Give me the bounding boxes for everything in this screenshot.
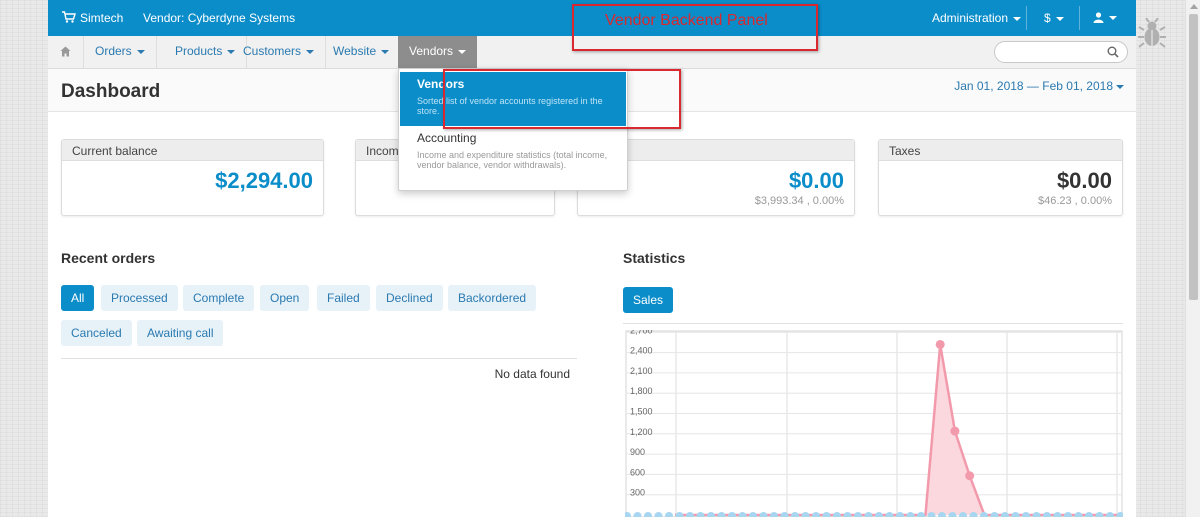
currency-label: $ bbox=[1044, 11, 1051, 25]
card-subvalue: $3,993.34 , 0.00% bbox=[754, 195, 844, 207]
data-point bbox=[965, 471, 975, 481]
scrollbar-thumb[interactable] bbox=[1189, 14, 1198, 300]
filter-awaiting-call[interactable]: Awaiting call bbox=[137, 320, 224, 346]
filter-declined[interactable]: Declined bbox=[376, 285, 443, 311]
card-value: $0.00 bbox=[788, 168, 844, 193]
nav-customers[interactable]: Customers bbox=[232, 36, 327, 68]
nav-vendors-label: Vendors bbox=[409, 44, 454, 58]
filter-backordered[interactable]: Backordered bbox=[448, 285, 537, 311]
y-tick-label: 600 bbox=[630, 467, 645, 477]
chevron-down-icon bbox=[381, 49, 390, 54]
y-tick-label: 900 bbox=[630, 447, 645, 457]
chevron-down-icon bbox=[1013, 16, 1022, 21]
card-value: $2,294.00 bbox=[215, 168, 313, 193]
card-value: $0.00 bbox=[1056, 168, 1112, 193]
statistics-title: Statistics bbox=[623, 250, 686, 266]
menu-item-accounting[interactable]: Accounting Income and expenditure statis… bbox=[400, 126, 626, 175]
y-tick-label: 300 bbox=[630, 488, 645, 498]
date-range-label: Jan 01, 2018 — Feb 01, 2018 bbox=[954, 79, 1113, 93]
user-icon bbox=[1093, 12, 1104, 24]
divider bbox=[623, 323, 1123, 324]
nav-orders-label: Orders bbox=[95, 44, 132, 58]
annotation-label: Vendor Backend Panel bbox=[605, 12, 768, 29]
bug-icon[interactable] bbox=[1138, 18, 1166, 50]
home-icon bbox=[60, 46, 71, 57]
page-title: Dashboard bbox=[61, 81, 161, 102]
y-tick-label: 1,500 bbox=[630, 407, 653, 417]
search-box[interactable] bbox=[994, 41, 1128, 63]
filter-complete[interactable]: Complete bbox=[183, 285, 255, 311]
chart-frame bbox=[625, 330, 1123, 517]
date-range-picker[interactable]: Jan 01, 2018 — Feb 01, 2018 bbox=[954, 79, 1124, 93]
y-tick-label: 2,100 bbox=[630, 366, 653, 376]
chevron-down-icon bbox=[1116, 84, 1124, 89]
y-tick-label: 1,800 bbox=[630, 386, 653, 396]
card-label: Taxes bbox=[879, 140, 1122, 161]
cart-icon bbox=[62, 11, 76, 23]
tab-sales[interactable]: Sales bbox=[623, 287, 674, 313]
scrollbar[interactable] bbox=[1185, 0, 1200, 517]
menu-item-title: Accounting bbox=[417, 131, 477, 145]
nav-products-label: Products bbox=[175, 44, 223, 58]
recent-orders-title: Recent orders bbox=[61, 250, 156, 266]
y-tick-label: 2,400 bbox=[630, 346, 653, 356]
divider bbox=[1026, 6, 1027, 30]
current-balance-card: Current balance $2,294.00 bbox=[61, 139, 324, 216]
nav-website-label: Website bbox=[333, 44, 377, 58]
taxes-card: Taxes $0.00 $46.23 , 0.00% bbox=[878, 139, 1123, 216]
divider bbox=[1079, 6, 1080, 30]
nav-orders[interactable]: Orders bbox=[84, 36, 157, 68]
filter-all[interactable]: All bbox=[61, 285, 95, 311]
chevron-down-icon bbox=[1109, 15, 1117, 20]
menu-item-description: Income and expenditure statistics (total… bbox=[417, 150, 608, 170]
filter-open[interactable]: Open bbox=[260, 285, 310, 311]
filter-canceled[interactable]: Canceled bbox=[61, 320, 132, 346]
search-input[interactable] bbox=[1003, 45, 1103, 59]
data-point bbox=[950, 426, 960, 436]
nav-customers-label: Customers bbox=[243, 44, 302, 58]
card-label: Current balance bbox=[62, 140, 323, 161]
nav-website[interactable]: Website bbox=[322, 36, 402, 68]
data-point bbox=[935, 339, 945, 349]
y-tick-label: 1,200 bbox=[630, 427, 653, 437]
chevron-down-icon bbox=[458, 49, 467, 54]
search-icon[interactable] bbox=[1107, 46, 1119, 58]
nav-home[interactable] bbox=[48, 36, 84, 68]
filter-processed[interactable]: Processed bbox=[101, 285, 178, 311]
administration-menu[interactable]: Administration bbox=[932, 11, 1022, 25]
currency-menu[interactable]: $ bbox=[1044, 11, 1064, 25]
chevron-down-icon bbox=[306, 49, 315, 54]
chevron-down-icon bbox=[1055, 16, 1064, 21]
empty-state: No data found bbox=[494, 367, 570, 381]
sales-chart: 300 600 900 1,200 1,500 1,800 2,100 2,400 2,700 bbox=[625, 330, 1123, 517]
user-menu[interactable] bbox=[1093, 10, 1117, 24]
scroll-up-icon[interactable] bbox=[1190, 4, 1198, 9]
divider bbox=[61, 358, 577, 359]
chevron-down-icon bbox=[136, 49, 145, 54]
annotation-box-vendors bbox=[443, 69, 681, 129]
store-link[interactable]: Simtech bbox=[80, 11, 123, 25]
administration-label: Administration bbox=[932, 11, 1009, 25]
app-window: Simtech Vendor: Cyberdyne Systems Admini… bbox=[48, 0, 1136, 517]
vendor-name[interactable]: Vendor: Cyberdyne Systems bbox=[143, 11, 295, 25]
card-subvalue: $46.23 , 0.00% bbox=[1037, 195, 1112, 207]
filter-failed[interactable]: Failed bbox=[317, 285, 370, 311]
nav-vendors[interactable]: Vendors bbox=[398, 36, 478, 68]
y-tick-label: 2,700 bbox=[630, 330, 653, 335]
